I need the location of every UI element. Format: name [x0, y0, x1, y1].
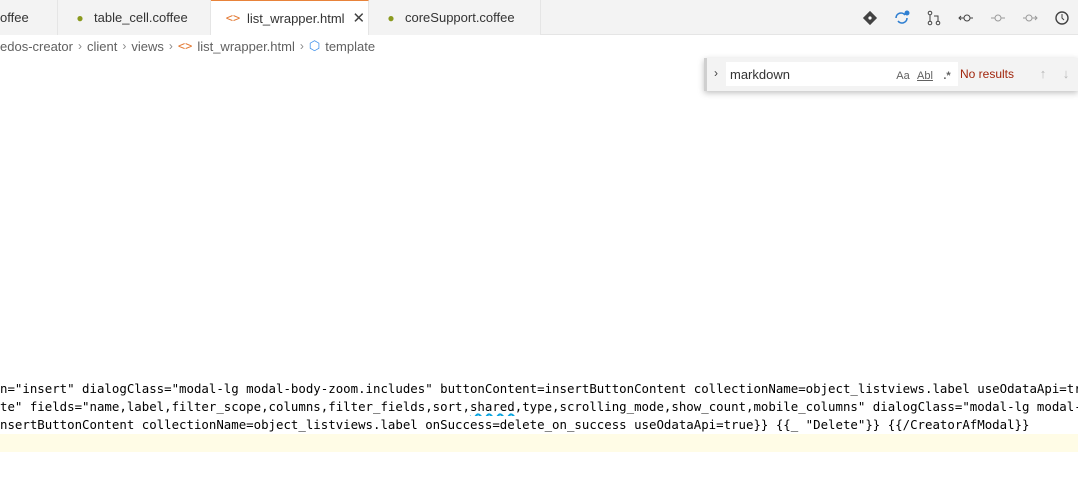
go-back-icon[interactable] — [950, 0, 982, 35]
html-icon: <> — [177, 39, 193, 53]
coffee-icon: ● — [387, 10, 395, 25]
code-editor[interactable]: n="insert" dialogClass="modal-lg modal-b… — [0, 380, 1078, 452]
next-match-button[interactable]: ↓ — [1056, 64, 1076, 84]
code-line: te" fields="name,label,filter_scope,colu… — [0, 398, 1078, 416]
go-forward-icon[interactable] — [1014, 0, 1046, 35]
commit-icon[interactable] — [982, 0, 1014, 35]
chevron-right-icon[interactable]: › — [709, 66, 723, 82]
coffee-icon: ● — [76, 10, 84, 25]
breadcrumb-item-project[interactable]: edos-creator — [0, 39, 73, 54]
tab-bar: offee ● table_cell.coffee <> list_wrappe… — [0, 0, 1078, 35]
chevron-right-icon: › — [299, 39, 304, 53]
timeline-icon[interactable] — [1046, 0, 1078, 35]
html-icon: <> — [225, 11, 241, 25]
code-line: nsertButtonContent collectionName=object… — [0, 417, 1030, 432]
spelling-warning[interactable]: shared — [470, 399, 515, 414]
pull-request-icon[interactable] — [918, 0, 950, 35]
breadcrumb-item-template[interactable]: template — [325, 39, 375, 54]
tab-list-wrapper-html[interactable]: <> list_wrapper.html ✕ — [211, 0, 369, 35]
chevron-right-icon: › — [122, 39, 127, 53]
tab-label: offee — [0, 10, 29, 25]
tab-label: coreSupport.coffee — [405, 10, 515, 25]
current-line — [0, 434, 1078, 452]
whole-word-button[interactable]: Abl — [915, 66, 935, 86]
find-input[interactable] — [730, 64, 890, 84]
find-status: No results — [960, 67, 1015, 81]
close-icon[interactable]: ✕ — [353, 11, 366, 26]
tab-table-cell-coffee[interactable]: ● table_cell.coffee — [58, 0, 211, 35]
breadcrumb-item-file[interactable]: list_wrapper.html — [197, 39, 295, 54]
match-case-button[interactable]: Aa — [893, 66, 913, 86]
tab-core-support-coffee[interactable]: ● coreSupport.coffee — [369, 0, 541, 35]
cube-icon: ⬡ — [308, 38, 321, 53]
chevron-right-icon: › — [77, 39, 82, 53]
breadcrumb-item-views[interactable]: views — [131, 39, 164, 54]
code-text: te" fields="name,label,filter_scope,colu… — [0, 399, 470, 414]
breadcrumb-item-client[interactable]: client — [87, 39, 117, 54]
editor-actions — [854, 0, 1078, 35]
tab-coffee-partial[interactable]: offee — [0, 0, 58, 35]
previous-match-button[interactable]: ↑ — [1033, 64, 1053, 84]
git-icon[interactable] — [854, 0, 886, 35]
tab-label: list_wrapper.html — [247, 10, 345, 26]
chevron-right-icon: › — [168, 39, 173, 53]
find-input-box: Aa Abl .* — [726, 62, 958, 86]
code-line: n="insert" dialogClass="modal-lg modal-b… — [0, 381, 1078, 396]
find-widget: › Aa Abl .* No results ↑ ↓ — [704, 58, 1078, 91]
tab-label: table_cell.coffee — [94, 10, 188, 25]
breadcrumb: edos-creator › client › views › <> list_… — [0, 35, 1078, 57]
code-text: ,type,scrolling_mode,show_count,mobile_c… — [514, 399, 1078, 414]
regex-button[interactable]: .* — [937, 66, 957, 86]
sync-icon[interactable] — [886, 0, 918, 35]
